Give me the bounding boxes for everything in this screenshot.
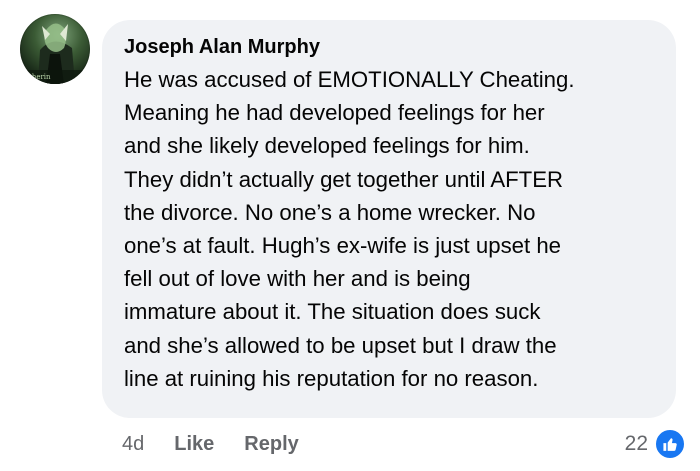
comment-line: the divorce. No one’s a home wrecker. No (124, 199, 536, 225)
profile-picture-icon: therin (20, 23, 90, 84)
comment-author[interactable]: Joseph Alan Murphy (124, 35, 658, 59)
comment-line: Meaning he had developed feelings for he… (124, 100, 545, 126)
like-button[interactable]: Like (174, 433, 214, 456)
reaction-summary[interactable]: 22 (625, 428, 686, 460)
reaction-count: 22 (624, 432, 648, 455)
comment-item: therin Joseph Alan Murphy He was accused… (0, 0, 700, 471)
comment-line: fell out of love with her and is being (124, 266, 471, 292)
comment-actions: 4d Like Reply (122, 431, 329, 457)
comment-bubble: Joseph Alan Murphy He was accused of EMO… (102, 20, 676, 418)
comment-line: one’s at fault. Hugh’s ex-wife is just u… (124, 233, 562, 259)
comment-timestamp[interactable]: 4d (122, 433, 144, 456)
comment-line: line at ruining his reputation for no re… (124, 365, 539, 391)
svg-text:therin: therin (29, 73, 51, 81)
avatar[interactable]: therin (20, 14, 90, 84)
comment-line: They didn’t actually get together until … (124, 166, 564, 192)
comment-line: and she likely developed feelings for hi… (124, 133, 530, 159)
comment-line: He was accused of EMOTIONALLY Cheating. (124, 67, 575, 92)
comment-line: immature about it. The situation does su… (124, 299, 541, 325)
comment-text: He was accused of EMOTIONALLY Cheating. … (124, 63, 658, 395)
reply-button[interactable]: Reply (244, 433, 298, 456)
comment-line: and she’s allowed to be upset but I draw… (124, 332, 557, 358)
thumbs-up-icon (654, 428, 686, 460)
